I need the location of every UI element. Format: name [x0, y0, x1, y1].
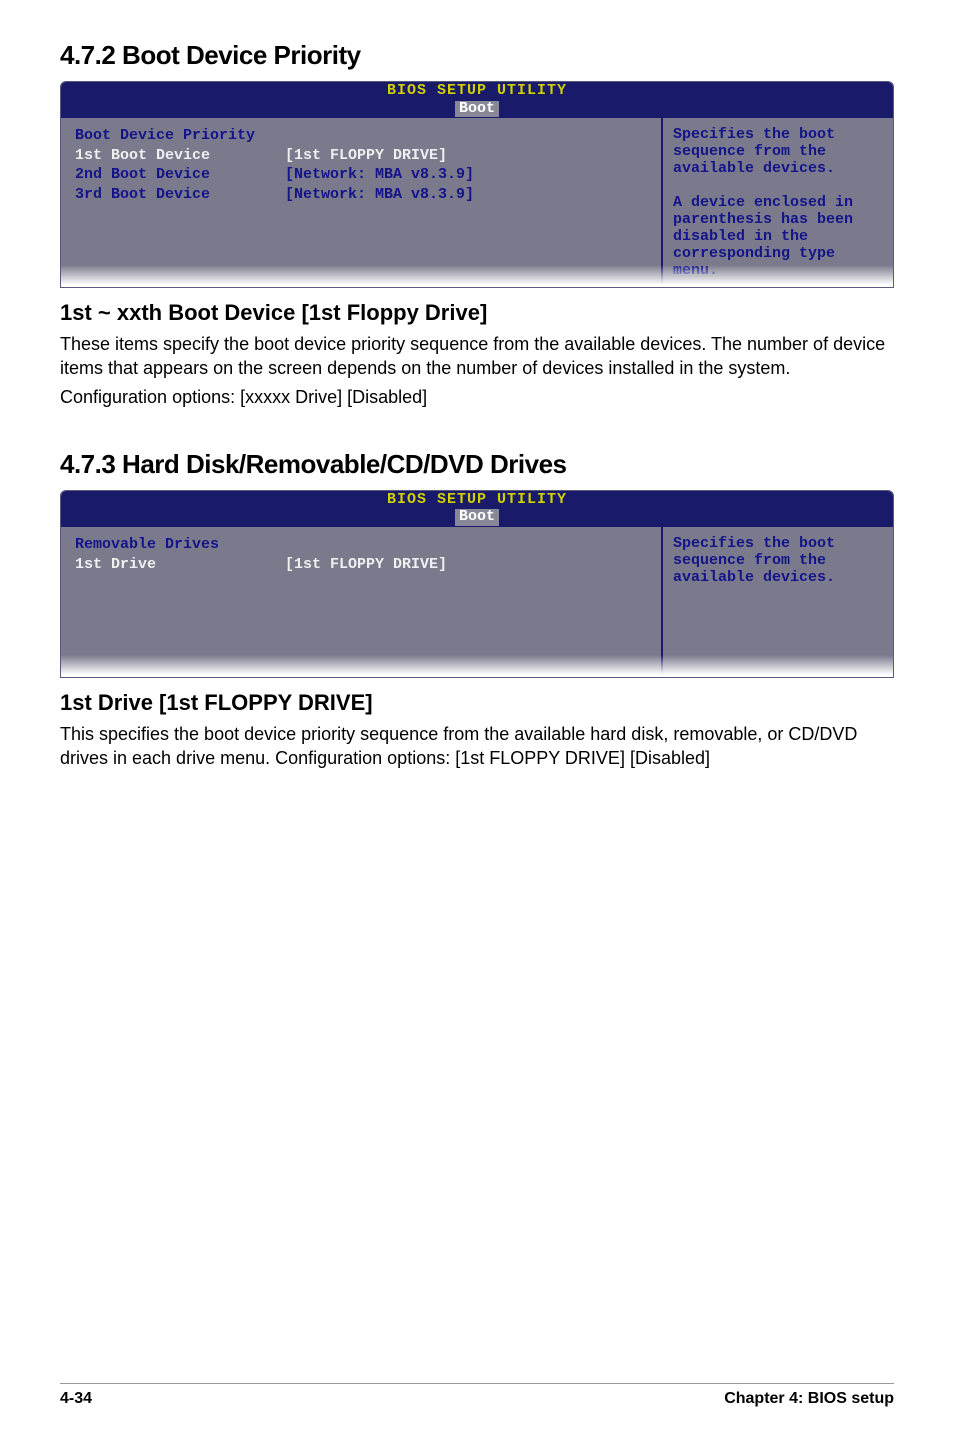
bios-option-value: [1st FLOPPY DRIVE] — [285, 146, 647, 166]
bios-header-title: BIOS SETUP UTILITY — [61, 83, 893, 100]
bios-header-tab: Boot — [455, 509, 499, 526]
bios-body: Boot Device Priority 1st Boot Device [1s… — [61, 118, 893, 287]
bios-option-label: 3rd Boot Device — [75, 185, 285, 205]
body-text: These items specify the boot device prio… — [60, 332, 894, 381]
bios-option-value: [Network: MBA v8.3.9] — [285, 165, 647, 185]
bios-option-label: 1st Drive — [75, 555, 285, 575]
bios-option-label: 1st Boot Device — [75, 146, 285, 166]
bios-header-title: BIOS SETUP UTILITY — [61, 492, 893, 509]
bios-option-value: [1st FLOPPY DRIVE] — [285, 555, 647, 575]
subheading-1st-xxth: 1st ~ xxth Boot Device [1st Floppy Drive… — [60, 300, 894, 326]
bios-help-pane: Specifies the boot sequence from the ava… — [663, 118, 893, 287]
bios-header: BIOS SETUP UTILITY Boot — [61, 82, 893, 118]
bios-header: BIOS SETUP UTILITY Boot — [61, 491, 893, 527]
bios-option-row[interactable]: 3rd Boot Device [Network: MBA v8.3.9] — [75, 185, 647, 205]
bios-panel-boot-priority: BIOS SETUP UTILITY Boot Boot Device Prio… — [60, 81, 894, 288]
bios-left-pane: Removable Drives 1st Drive [1st FLOPPY D… — [61, 527, 663, 677]
bios-panel-drives: BIOS SETUP UTILITY Boot Removable Drives… — [60, 490, 894, 678]
bios-option-label: 2nd Boot Device — [75, 165, 285, 185]
chapter-label: Chapter 4: BIOS setup — [724, 1390, 894, 1408]
page-number: 4-34 — [60, 1390, 92, 1408]
bios-option-row[interactable]: 1st Boot Device [1st FLOPPY DRIVE] — [75, 146, 647, 166]
bios-option-row[interactable]: 2nd Boot Device [Network: MBA v8.3.9] — [75, 165, 647, 185]
bios-body: Removable Drives 1st Drive [1st FLOPPY D… — [61, 527, 893, 677]
bios-section-title: Boot Device Priority — [75, 126, 647, 146]
bios-section-title: Removable Drives — [75, 535, 647, 555]
subheading-1st-drive: 1st Drive [1st FLOPPY DRIVE] — [60, 690, 894, 716]
page-footer: 4-34 Chapter 4: BIOS setup — [60, 1383, 894, 1408]
bios-header-tab: Boot — [455, 101, 499, 118]
config-options: Configuration options: [xxxxx Drive] [Di… — [60, 385, 894, 409]
heading-473: 4.7.3 Hard Disk/Removable/CD/DVD Drives — [60, 449, 894, 480]
heading-472: 4.7.2 Boot Device Priority — [60, 40, 894, 71]
body-text: This specifies the boot device priority … — [60, 722, 894, 771]
bios-option-value: [Network: MBA v8.3.9] — [285, 185, 647, 205]
bios-help-pane: Specifies the boot sequence from the ava… — [663, 527, 893, 677]
bios-left-pane: Boot Device Priority 1st Boot Device [1s… — [61, 118, 663, 287]
bios-option-row[interactable]: 1st Drive [1st FLOPPY DRIVE] — [75, 555, 647, 575]
